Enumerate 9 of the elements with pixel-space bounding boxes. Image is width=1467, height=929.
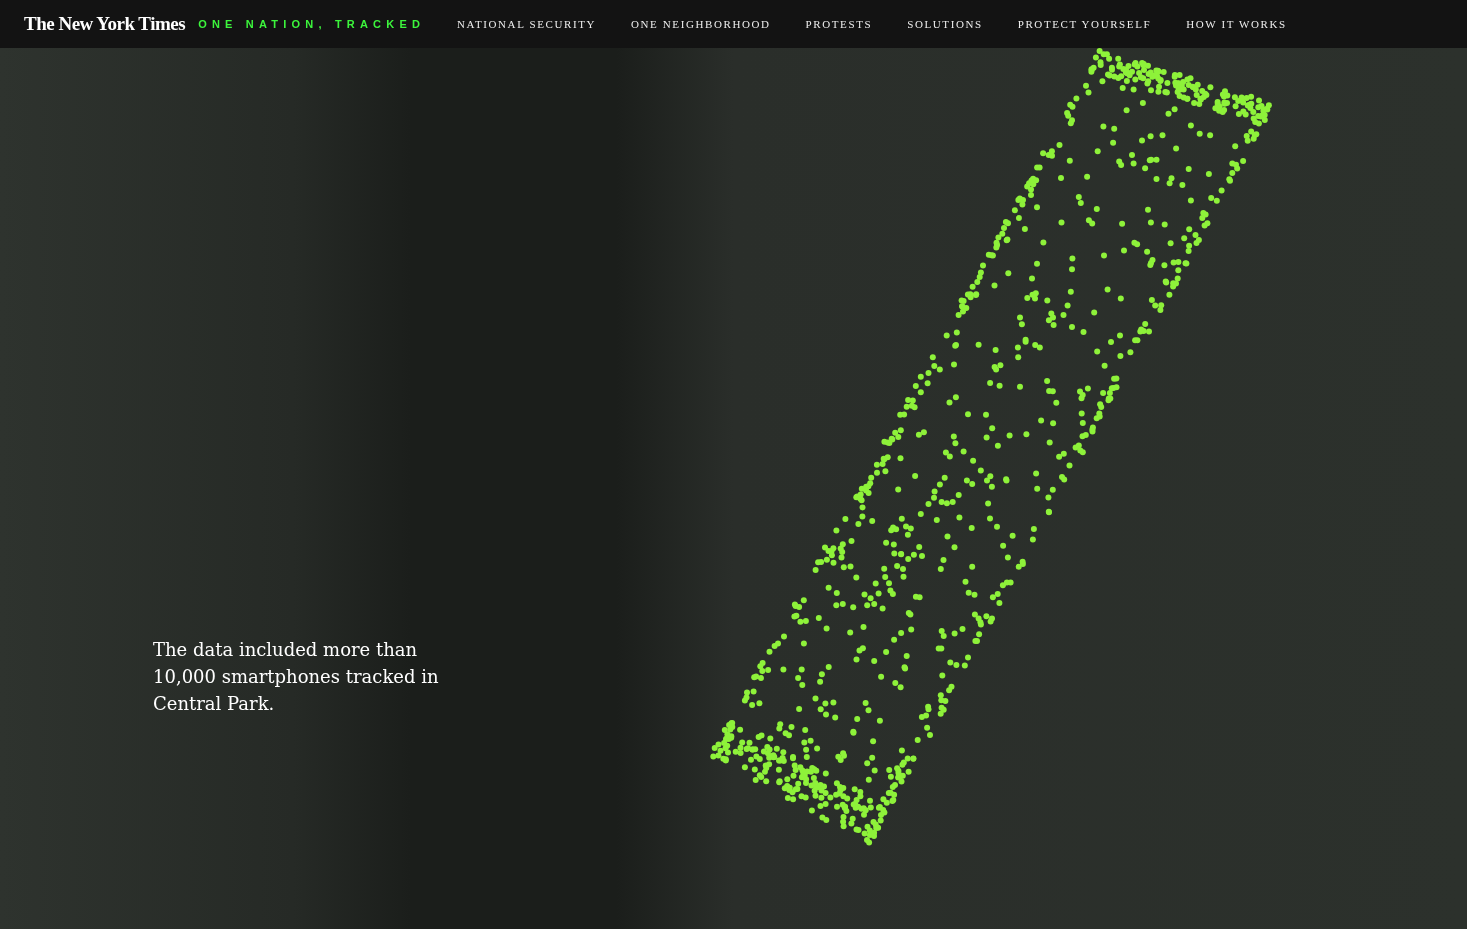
nav-link[interactable]: PROTESTS xyxy=(805,18,873,30)
nav-link[interactable]: PROTECT YOURSELF xyxy=(1017,18,1152,30)
nav-link[interactable]: NATIONAL SECURITY xyxy=(457,18,596,30)
newspaper-logo[interactable]: The New York Times xyxy=(24,13,186,35)
map-caption: The data included more than 10,000 smartphones tracked in Central Park. xyxy=(153,638,440,716)
series-title: ONE NATION, TRACKED xyxy=(198,18,426,30)
nav-link[interactable]: HOW IT WORKS xyxy=(1186,18,1287,30)
nav-link[interactable]: SOLUTIONS xyxy=(907,18,983,30)
nav-link[interactable]: ONE NEIGHBORHOOD xyxy=(631,18,771,30)
